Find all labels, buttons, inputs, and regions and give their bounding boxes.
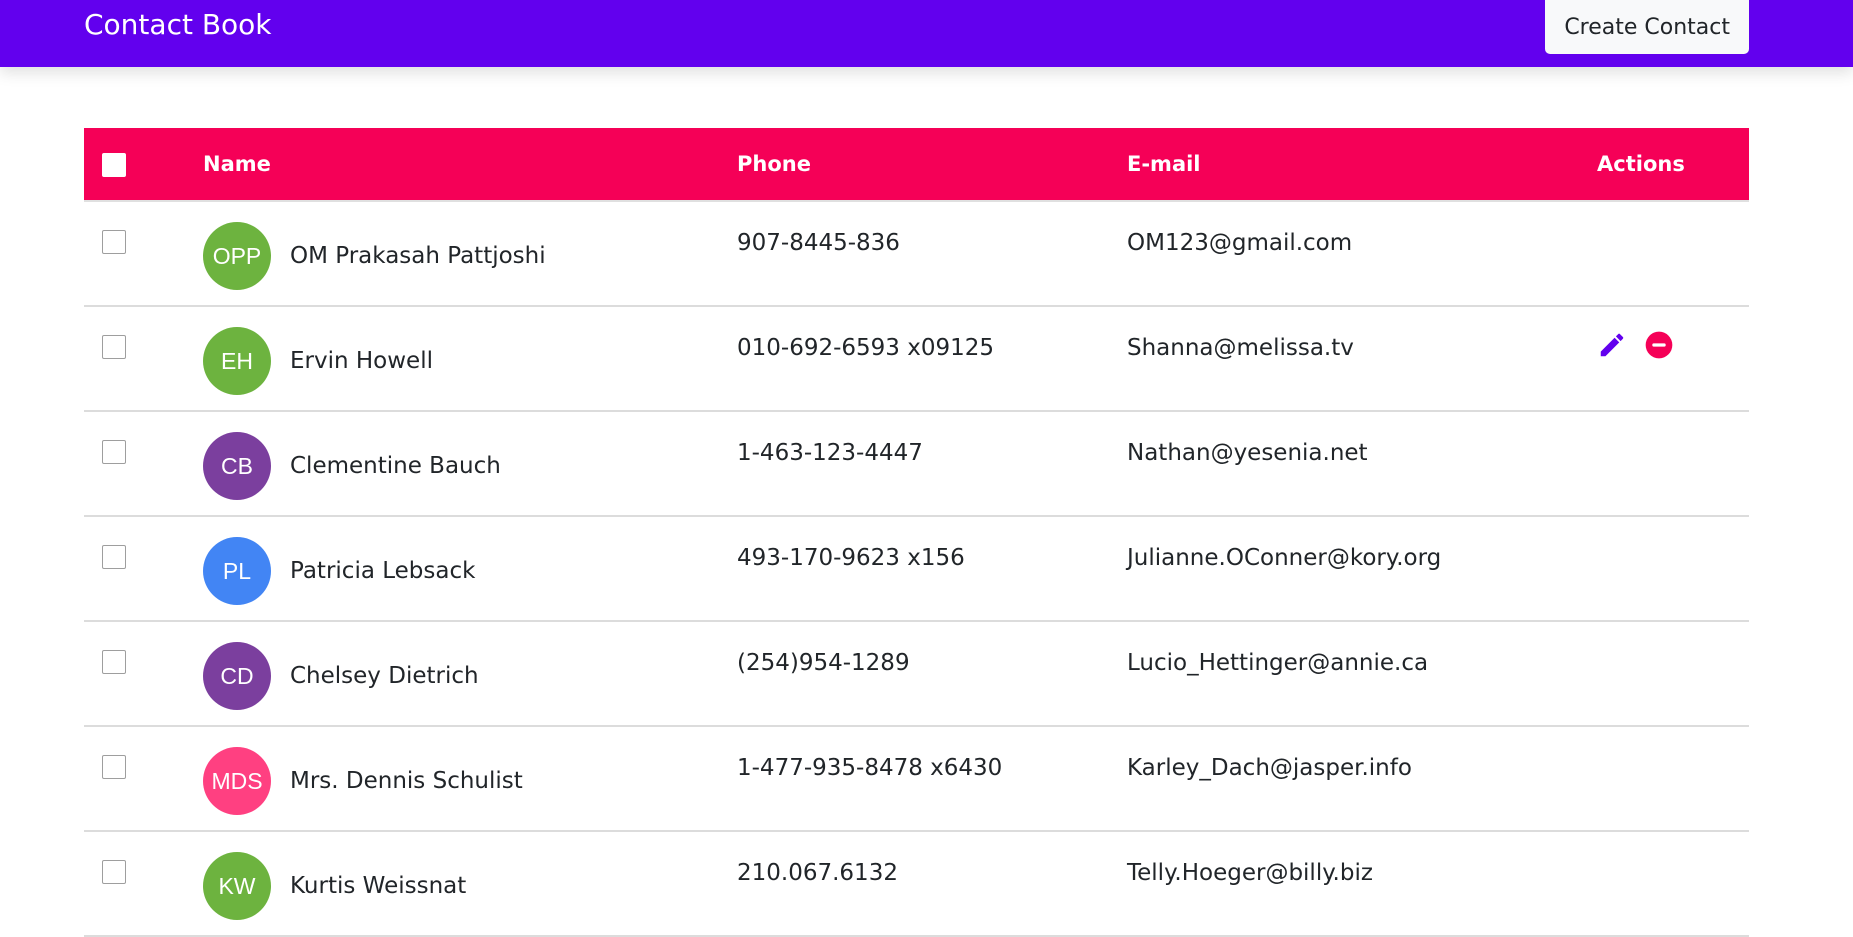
contacts-table-container: Name Phone E-mail Actions OPP OM Prakasa… [84,128,1749,937]
contact-email: Karley_Dach@jasper.info [1127,755,1412,781]
row-checkbox-cell [84,201,203,306]
avatar: CB [203,432,271,500]
contact-name-group: KW Kurtis Weissnat [203,852,737,920]
contacts-table-body: OPP OM Prakasah Pattjoshi 907-8445-836 O… [84,201,1749,936]
contact-phone: 210.067.6132 [737,860,898,886]
table-row[interactable]: MDS Mrs. Dennis Schulist 1-477-935-8478 … [84,726,1749,831]
contact-name-group: CD Chelsey Dietrich [203,642,737,710]
row-checkbox-cell [84,306,203,411]
name-cell: CB Clementine Bauch [203,411,737,516]
contact-email: Lucio_Hettinger@annie.ca [1127,650,1429,676]
avatar: PL [203,537,271,605]
table-row[interactable]: KW Kurtis Weissnat 210.067.6132 Telly.Ho… [84,831,1749,936]
table-row[interactable]: CB Clementine Bauch 1-463-123-4447 Natha… [84,411,1749,516]
minus-circle-icon[interactable] [1643,329,1675,361]
row-checkbox-cell [84,621,203,726]
column-header-email: E-mail [1127,128,1597,202]
actions-cell [1597,621,1749,726]
contact-name-group: CB Clementine Bauch [203,432,737,500]
name-cell: PL Patricia Lebsack [203,516,737,621]
table-row[interactable]: CD Chelsey Dietrich (254)954-1289 Lucio_… [84,621,1749,726]
contact-phone: 493-170-9623 x156 [737,545,965,571]
row-checkbox[interactable] [102,440,126,464]
contact-phone: 1-477-935-8478 x6430 [737,755,1003,781]
column-header-actions: Actions [1597,128,1749,202]
actions-cell [1597,831,1749,936]
contact-email: Nathan@yesenia.net [1127,440,1368,466]
row-checkbox[interactable] [102,860,126,884]
row-checkbox-cell [84,411,203,516]
avatar: MDS [203,747,271,815]
contact-email: Telly.Hoeger@billy.biz [1127,860,1373,886]
contact-phone: 1-463-123-4447 [737,440,923,466]
app-title[interactable]: Contact Book [84,8,272,41]
contact-name: Patricia Lebsack [290,558,476,584]
row-checkbox[interactable] [102,755,126,779]
contact-name: Mrs. Dennis Schulist [290,768,523,794]
name-cell: MDS Mrs. Dennis Schulist [203,726,737,831]
table-row[interactable]: OPP OM Prakasah Pattjoshi 907-8445-836 O… [84,201,1749,306]
create-contact-button[interactable]: Create Contact [1545,0,1749,54]
row-checkbox-cell [84,831,203,936]
actions-cell [1597,411,1749,516]
avatar: CD [203,642,271,710]
navbar: Contact Book Create Contact [0,0,1853,67]
row-checkbox[interactable] [102,650,126,674]
contact-email: OM123@gmail.com [1127,230,1353,256]
avatar: KW [203,852,271,920]
table-row[interactable]: EH Ervin Howell 010-692-6593 x09125 Shan… [84,306,1749,411]
contact-name-group: PL Patricia Lebsack [203,537,737,605]
avatar: EH [203,327,271,395]
contact-email: Julianne.OConner@kory.org [1127,545,1442,571]
pencil-icon[interactable] [1597,330,1627,360]
actions-cell [1597,726,1749,831]
actions-cell [1597,201,1749,306]
row-checkbox[interactable] [102,545,126,569]
row-actions [1597,329,1749,361]
contact-name: OM Prakasah Pattjoshi [290,243,546,269]
row-checkbox[interactable] [102,230,126,254]
actions-cell [1597,516,1749,621]
contact-phone: 907-8445-836 [737,230,900,256]
select-all-cell [84,128,203,202]
select-all-checkbox[interactable] [102,152,126,177]
name-cell: EH Ervin Howell [203,306,737,411]
table-header-row: Name Phone E-mail Actions [84,128,1749,202]
contact-phone: (254)954-1289 [737,650,910,676]
contact-email: Shanna@melissa.tv [1127,335,1354,361]
contact-name-group: EH Ervin Howell [203,327,737,395]
contacts-table: Name Phone E-mail Actions OPP OM Prakasa… [84,128,1749,937]
contact-phone: 010-692-6593 x09125 [737,335,995,361]
contact-name: Clementine Bauch [290,453,501,479]
contact-name: Chelsey Dietrich [290,663,479,689]
contact-name: Ervin Howell [290,348,433,374]
name-cell: CD Chelsey Dietrich [203,621,737,726]
row-checkbox-cell [84,726,203,831]
row-checkbox-cell [84,516,203,621]
name-cell: KW Kurtis Weissnat [203,831,737,936]
column-header-name: Name [203,128,737,202]
column-header-phone: Phone [737,128,1127,202]
table-row[interactable]: PL Patricia Lebsack 493-170-9623 x156 Ju… [84,516,1749,621]
contact-name: Kurtis Weissnat [290,873,467,899]
actions-cell [1597,306,1749,411]
contact-name-group: OPP OM Prakasah Pattjoshi [203,222,737,290]
contact-name-group: MDS Mrs. Dennis Schulist [203,747,737,815]
row-checkbox[interactable] [102,335,126,359]
avatar: OPP [203,222,271,290]
name-cell: OPP OM Prakasah Pattjoshi [203,201,737,306]
